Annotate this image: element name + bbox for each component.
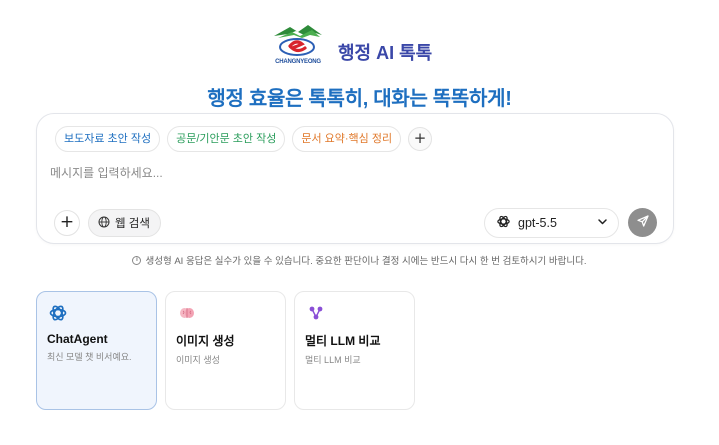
- add-chip-button[interactable]: +: [408, 127, 433, 151]
- logo-text: CHANGNYEONG: [275, 59, 321, 65]
- attach-button[interactable]: +: [54, 210, 80, 236]
- disclaimer-text: 생성형 AI 응답은 실수가 있을 수 있습니다. 중요한 판단이나 결정 시에…: [145, 256, 587, 267]
- card-title: 멀티 LLM 비교: [305, 334, 381, 348]
- model-name: gpt-5.5: [518, 216, 557, 230]
- message-input[interactable]: [50, 162, 650, 184]
- message-composer: 보도자료 초안 작성 공문/기안문 초안 작성 문서 요약·핵심 정리 + + …: [36, 113, 674, 244]
- chip-press-release[interactable]: 보도자료 초안 작성: [55, 126, 161, 152]
- chevron-down-icon: [597, 216, 608, 230]
- model-select[interactable]: gpt-5.5: [484, 208, 619, 238]
- app-title: 행정 AI 톡톡: [338, 43, 433, 63]
- openai-icon: [47, 302, 69, 324]
- card-title: 이미지 생성: [176, 334, 235, 348]
- nodes-icon: [305, 302, 327, 324]
- chip-official-document[interactable]: 공문/기안문 초안 작성: [167, 126, 286, 152]
- prompt-chips: 보도자료 초안 작성 공문/기안문 초안 작성 문서 요약·핵심 정리 +: [55, 126, 433, 152]
- web-search-button[interactable]: 웹 검색: [88, 209, 161, 237]
- card-chatagent[interactable]: ChatAgent 최신 모델 챗 비서예요.: [36, 291, 157, 410]
- card-description: 이미지 생성: [176, 355, 220, 365]
- card-title: ChatAgent: [47, 332, 108, 346]
- card-multi-llm-compare[interactable]: 멀티 LLM 비교 멀티 LLM 비교: [294, 291, 415, 410]
- card-description: 멀티 LLM 비교: [305, 355, 361, 365]
- globe-icon: [98, 216, 110, 231]
- header: CHANGNYEONG 행정 AI 톡톡: [0, 22, 719, 72]
- web-search-label: 웹 검색: [115, 218, 150, 230]
- send-icon: [636, 213, 650, 232]
- disclaimer: i 생성형 AI 응답은 실수가 있을 수 있습니다. 중요한 판단이나 결정 …: [0, 253, 719, 267]
- chip-document-summary[interactable]: 문서 요약·핵심 정리: [292, 126, 402, 152]
- card-description: 최신 모델 챗 비서예요.: [47, 352, 132, 362]
- info-icon: i: [132, 255, 142, 265]
- card-image-generation[interactable]: 이미지 생성 이미지 생성: [165, 291, 286, 410]
- headline: 행정 효율은 톡톡히, 대화는 똑똑하게!: [207, 88, 512, 110]
- openai-icon: [496, 214, 511, 232]
- brain-icon: [176, 302, 198, 324]
- send-button[interactable]: [628, 208, 657, 237]
